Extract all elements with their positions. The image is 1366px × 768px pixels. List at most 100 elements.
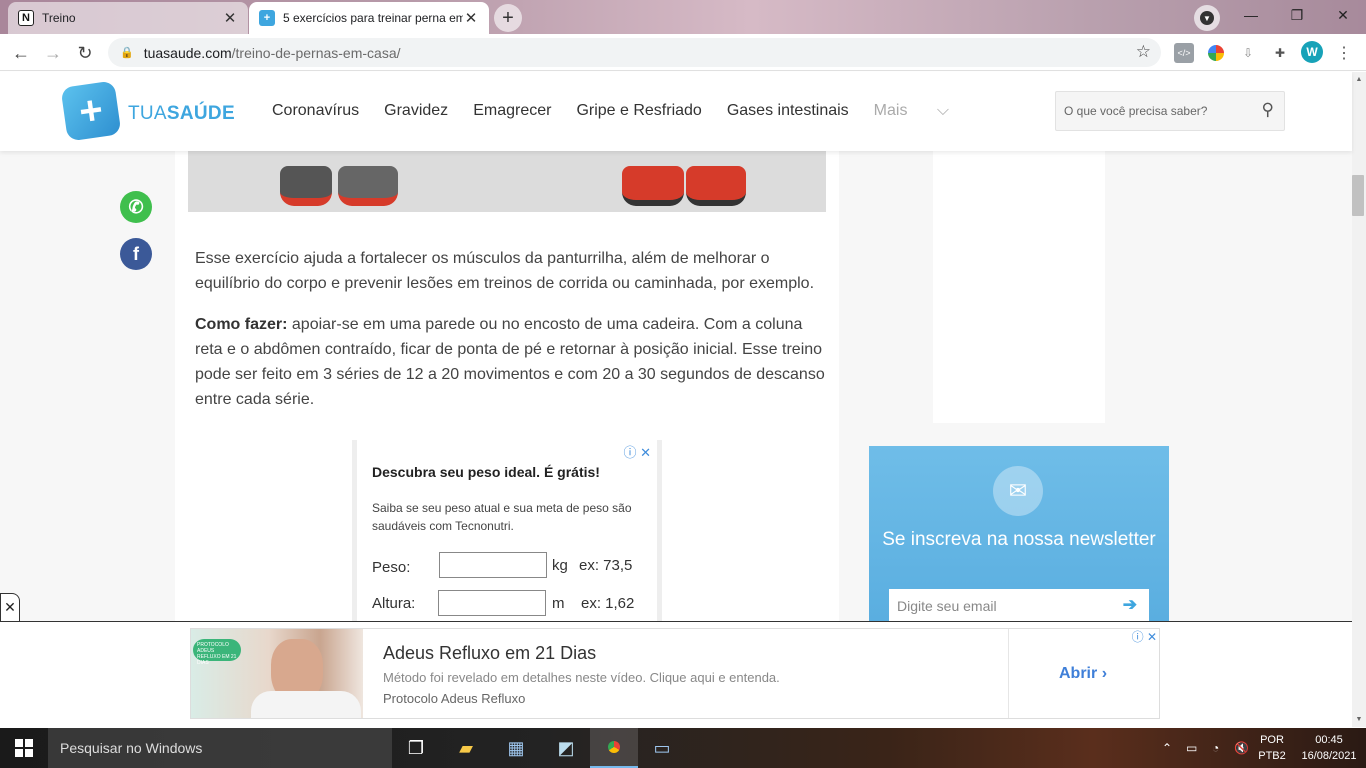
ad-choices-icon[interactable]: ⓘ ✕: [1132, 628, 1157, 645]
arrow-right-icon[interactable]: ➔: [1123, 595, 1137, 615]
task-view-icon[interactable]: ❐: [392, 728, 440, 768]
article-hero-image: [188, 151, 826, 212]
ad-choices-icon[interactable]: ⓘ ✕: [623, 442, 651, 461]
color-extension-icon[interactable]: [1206, 43, 1226, 63]
height-input[interactable]: [438, 590, 546, 616]
scrollbar-thumb[interactable]: [1352, 175, 1364, 216]
scroll-up-icon[interactable]: ▲: [1352, 72, 1366, 86]
whatsapp-share-icon[interactable]: ✆: [120, 191, 152, 223]
chevron-right-icon: ›: [1101, 665, 1108, 682]
restore-button[interactable]: ❐: [1274, 0, 1320, 30]
site-logo-text[interactable]: TUASAÚDE: [128, 103, 235, 125]
bookmark-star-icon[interactable]: ☆: [1136, 42, 1151, 62]
clock-date: 16/08/2021: [1301, 750, 1357, 762]
tab-treino[interactable]: N Treino ✕: [8, 2, 248, 34]
weight-unit: kg: [552, 557, 568, 574]
height-unit: m: [552, 595, 565, 612]
chevron-down-icon: ⌵: [936, 102, 950, 119]
how-to-text: apoiar-se em uma parede ou no encosto de…: [195, 316, 825, 408]
newsletter-title: Se inscreva na nossa newsletter: [882, 529, 1156, 550]
tab-search-button[interactable]: ▼: [1194, 5, 1220, 31]
nav-item-gripe[interactable]: Gripe e Resfriado: [576, 102, 701, 120]
url-path: /treino-de-pernas-em-casa/: [231, 44, 401, 61]
back-button[interactable]: ←: [6, 38, 36, 68]
ad-subtitle: Saiba se seu peso atual e sua meta de pe…: [372, 501, 632, 533]
shoe-right-2: [686, 166, 746, 206]
clock-time: 00:45: [1315, 734, 1343, 746]
facebook-share-icon[interactable]: f: [120, 238, 152, 270]
screen: N Treino ✕ + 5 exercícios para treinar p…: [0, 0, 1366, 768]
nav-item-gases[interactable]: Gases intestinais: [727, 102, 849, 120]
ad-image-shirt: [251, 691, 361, 718]
height-label: Altura:: [372, 595, 416, 612]
site-search-input[interactable]: O que você precisa saber? ⚲: [1055, 91, 1285, 131]
search-placeholder: O que você precisa saber?: [1064, 104, 1208, 118]
wifi-icon[interactable]: ◔: [1212, 728, 1219, 768]
notion-icon: N: [18, 10, 34, 26]
windows-logo-icon: [15, 739, 33, 757]
close-sticky-ad-button[interactable]: ✕: [0, 593, 20, 621]
newsletter-box: ✉ Se inscreva na nossa newsletter Digite…: [869, 446, 1169, 623]
main-nav: Coronavírus Gravidez Emagrecer Gripe e R…: [272, 102, 999, 120]
ad-description: Método foi revelado em detalhes neste ví…: [383, 670, 780, 685]
shoe-left-1: [280, 166, 332, 206]
nav-item-coronavirus[interactable]: Coronavírus: [272, 102, 359, 120]
nav-item-emagrecer[interactable]: Emagrecer: [473, 102, 551, 120]
lock-icon: 🔒: [120, 47, 134, 59]
logo-text-light: TUA: [128, 103, 167, 124]
search-icon[interactable]: ⚲: [1262, 100, 1274, 120]
code-extension-icon[interactable]: </>: [1174, 43, 1194, 63]
language-indicator[interactable]: POR PTB2: [1254, 732, 1290, 764]
ad-title: Adeus Refluxo em 21 Dias: [383, 643, 597, 663]
tab-title: 5 exercícios para treinar perna em: [283, 11, 463, 25]
url-domain: tuasaude.com: [143, 44, 232, 61]
tuasaude-logo-icon[interactable]: +: [60, 80, 122, 142]
scroll-down-icon[interactable]: ▼: [1352, 712, 1366, 726]
how-to-label: Como fazer:: [195, 316, 288, 333]
windows-taskbar: Pesquisar no Windows ❐ ▰ ▦ ◩ ▭ ⌃ ▭ ◔ 🔇 P…: [0, 728, 1366, 768]
close-tab-icon[interactable]: ✕: [463, 9, 479, 27]
volume-muted-icon[interactable]: 🔇: [1234, 728, 1249, 768]
forward-button[interactable]: →: [38, 38, 68, 68]
system-clock[interactable]: 00:45 16/08/2021: [1294, 732, 1364, 764]
chrome-taskbar-icon[interactable]: [590, 728, 638, 768]
shoe-left-2: [338, 166, 398, 206]
menu-kebab-icon[interactable]: ⋮: [1334, 43, 1354, 63]
download-extension-icon[interactable]: ⇩: [1238, 43, 1258, 63]
puzzle-extensions-icon[interactable]: ✚: [1270, 43, 1290, 63]
calculator-icon[interactable]: ▦: [492, 728, 540, 768]
keyboard-layout: PTB2: [1258, 750, 1286, 762]
tuasaude-icon: +: [259, 10, 275, 26]
weight-input[interactable]: [439, 552, 547, 578]
app-icon[interactable]: ◩: [542, 728, 590, 768]
file-explorer-icon[interactable]: ▰: [442, 728, 490, 768]
ad-image-badge: PROTOCOLO ADEUS REFLUXO EM 21 DIAS: [193, 639, 241, 666]
reload-button[interactable]: ↻: [70, 38, 100, 68]
nav-item-mais[interactable]: Mais ⌵: [874, 102, 974, 120]
show-hidden-icons[interactable]: ⌃: [1162, 728, 1172, 768]
tab-exercicios[interactable]: + 5 exercícios para treinar perna em ✕: [249, 2, 489, 34]
profile-avatar[interactable]: W: [1301, 41, 1323, 63]
ad-open-button[interactable]: Abrir ›: [1059, 665, 1107, 683]
address-bar[interactable]: 🔒 tuasaude.com /treino-de-pernas-em-casa…: [108, 38, 1161, 67]
weight-label: Peso:: [372, 559, 411, 576]
envelope-icon: ✉: [993, 466, 1043, 516]
close-tab-icon[interactable]: ✕: [222, 9, 238, 27]
shoe-right-1: [622, 166, 684, 206]
sidebar-ad-slot: [933, 151, 1105, 423]
browser-toolbar: ← → ↻ 🔒 tuasaude.com /treino-de-pernas-e…: [0, 34, 1366, 71]
close-window-button[interactable]: ✕: [1320, 0, 1366, 30]
ad-separator: [1008, 629, 1009, 718]
minimize-button[interactable]: —: [1228, 0, 1274, 30]
newsletter-email-input[interactable]: Digite seu email ➔: [889, 589, 1149, 623]
remote-desktop-icon[interactable]: ▭: [638, 728, 686, 768]
page-scrollbar[interactable]: [1352, 72, 1366, 727]
nav-item-gravidez[interactable]: Gravidez: [384, 102, 448, 120]
nav-more-label: Mais: [873, 102, 908, 119]
taskbar-search-input[interactable]: Pesquisar no Windows: [48, 728, 392, 768]
new-tab-button[interactable]: +: [494, 4, 522, 32]
browser-tab-strip: N Treino ✕ + 5 exercícios para treinar p…: [0, 0, 1366, 34]
start-button[interactable]: [0, 728, 48, 768]
battery-icon[interactable]: ▭: [1186, 728, 1197, 768]
bottom-ad[interactable]: PROTOCOLO ADEUS REFLUXO EM 21 DIAS Adeus…: [190, 628, 1160, 719]
